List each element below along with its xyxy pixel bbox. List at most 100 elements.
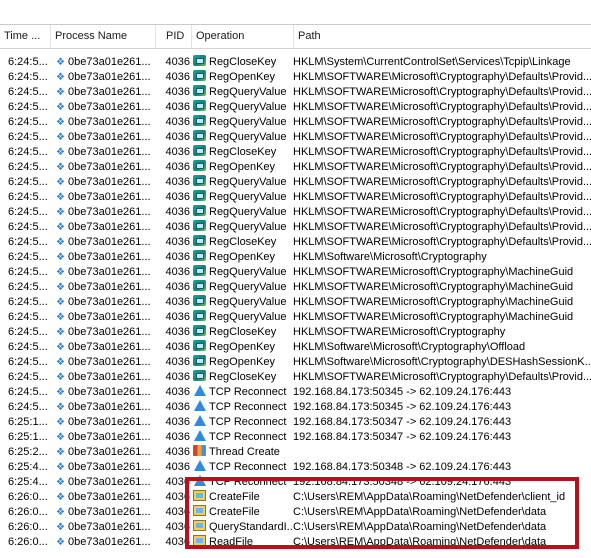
table-row[interactable]: 6:24:5... ❖ 0be73a01e261... 4036 RegOpenKey H… [0, 340, 591, 355]
process-cell: ❖ 0be73a01e261... [56, 475, 156, 490]
registry-icon [193, 85, 206, 96]
table-row[interactable]: 6:24:5... ❖ 0be73a01e261... 4036 RegQueryVal… [0, 295, 591, 310]
registry-icon [193, 100, 206, 111]
column-header-time[interactable]: Time ... [0, 25, 51, 48]
column-header-process-name[interactable]: Process Name [51, 25, 156, 48]
table-row[interactable]: 6:24:5... ❖ 0be73a01e261... 4036 RegQueryVal… [0, 175, 591, 190]
table-row[interactable]: 6:24:5... ❖ 0be73a01e261... 4036 RegCloseKey… [0, 55, 591, 70]
table-row[interactable]: 6:24:5... ❖ 0be73a01e261... 4036 RegQueryVal… [0, 220, 591, 235]
registry-icon [193, 220, 206, 231]
pid-cell: 4036 [165, 431, 190, 443]
operation-name: RegQueryValue [209, 116, 287, 128]
network-icon [193, 460, 206, 471]
operation-name: RegQueryValue [209, 221, 287, 233]
operation-name: RegQueryValue [209, 296, 287, 308]
pid-cell: 4036 [165, 356, 190, 368]
process-name: 0be73a01e261... [68, 101, 151, 113]
table-row[interactable]: 6:24:5... ❖ 0be73a01e261... 4036 RegQueryVal… [0, 130, 591, 145]
table-row[interactable]: 6:24:5... ❖ 0be73a01e261... 4036 RegQueryVal… [0, 85, 591, 100]
table-row[interactable]: 6:24:5... ❖ 0be73a01e261... 4036 RegOpenKey H… [0, 355, 591, 370]
operation-name: RegQueryValue [209, 266, 287, 278]
process-cell: ❖ 0be73a01e261... [56, 355, 156, 370]
operation-cell: RegOpenKey [193, 250, 293, 265]
time-cell: 6:25:1... [8, 431, 48, 443]
table-row[interactable]: 6:25:1... ❖ 0be73a01e261... 4036 TCP Reconne… [0, 430, 591, 445]
table-row[interactable]: 6:24:5... ❖ 0be73a01e261... 4036 RegOpenKey H… [0, 70, 591, 85]
pid-cell: 4036 [165, 161, 190, 173]
operation-cell: RegCloseKey [193, 145, 293, 160]
process-name: 0be73a01e261... [68, 296, 151, 308]
table-row[interactable]: 6:24:5... ❖ 0be73a01e261... 4036 RegCloseKey… [0, 325, 591, 340]
process-icon: ❖ [56, 207, 65, 218]
table-row[interactable]: 6:24:5... ❖ 0be73a01e261... 4036 RegOpenKey H… [0, 250, 591, 265]
process-cell: ❖ 0be73a01e261... [56, 490, 156, 505]
table-row[interactable]: 6:24:5... ❖ 0be73a01e261... 4036 TCP Reconne… [0, 400, 591, 415]
process-name: 0be73a01e261... [68, 116, 151, 128]
registry-icon [193, 175, 206, 186]
time-cell: 6:24:5... [8, 71, 48, 83]
registry-icon [193, 145, 206, 156]
time-cell: 6:24:5... [8, 356, 48, 368]
process-name: 0be73a01e261... [68, 206, 151, 218]
column-header-operation[interactable]: Operation [192, 25, 294, 48]
column-header-bar: Time ... Process Name PID Operation Path [0, 25, 591, 49]
table-row[interactable]: 6:24:5... ❖ 0be73a01e261... 4036 RegQueryVal… [0, 280, 591, 295]
operation-cell: TCP Reconnect [193, 415, 293, 430]
operation-name: RegOpenKey [209, 71, 276, 83]
table-row[interactable]: 6:24:5... ❖ 0be73a01e261... 4036 RegCloseKey… [0, 145, 591, 160]
table-row[interactable]: 6:24:5... ❖ 0be73a01e261... 4036 RegQueryVal… [0, 100, 591, 115]
table-row[interactable]: 6:24:5... ❖ 0be73a01e261... 4036 RegQueryVal… [0, 310, 591, 325]
operation-cell: RegCloseKey [193, 55, 293, 70]
process-name: 0be73a01e261... [68, 191, 151, 203]
process-icon: ❖ [56, 507, 65, 518]
process-cell: ❖ 0be73a01e261... [56, 115, 156, 130]
time-cell: 6:24:5... [8, 191, 48, 203]
process-name: 0be73a01e261... [68, 401, 151, 413]
table-row[interactable]: 6:24:5... ❖ 0be73a01e261... 4036 RegOpenKey H… [0, 160, 591, 175]
time-cell: 6:24:5... [8, 281, 48, 293]
registry-icon [193, 340, 206, 351]
pid-cell: 4036 [165, 191, 190, 203]
table-row[interactable]: 6:24:5... ❖ 0be73a01e261... 4036 TCP Reconne… [0, 385, 591, 400]
table-row[interactable]: 6:25:4... ❖ 0be73a01e261... 4036 TCP Reconne… [0, 460, 591, 475]
process-icon: ❖ [56, 87, 65, 98]
registry-icon [193, 160, 206, 171]
table-row[interactable]: 6:24:5... ❖ 0be73a01e261... 4036 RegCloseKey… [0, 370, 591, 385]
process-icon: ❖ [56, 102, 65, 113]
process-icon: ❖ [56, 342, 65, 353]
pid-cell: 4036 [165, 56, 190, 68]
operation-cell: RegQueryValue [193, 265, 293, 280]
column-header-path[interactable]: Path [294, 25, 591, 48]
path-cell: HKLM\SOFTWARE\Microsoft\Cryptography\Def… [293, 206, 591, 218]
table-row[interactable]: 6:24:5... ❖ 0be73a01e261... 4036 RegQueryVal… [0, 265, 591, 280]
process-cell: ❖ 0be73a01e261... [56, 205, 156, 220]
path-cell: 192.168.84.173:50345 -> 62.109.24.176:44… [293, 386, 512, 398]
table-row[interactable]: 6:24:5... ❖ 0be73a01e261... 4036 RegQueryVal… [0, 190, 591, 205]
process-icon: ❖ [56, 417, 65, 428]
time-cell: 6:26:0... [8, 521, 48, 533]
table-row[interactable]: 6:24:5... ❖ 0be73a01e261... 4036 RegQueryVal… [0, 115, 591, 130]
process-name: 0be73a01e261... [68, 341, 151, 353]
path-cell: HKLM\SOFTWARE\Microsoft\Cryptography\Def… [293, 146, 591, 158]
column-header-pid[interactable]: PID [156, 25, 192, 48]
path-cell: HKLM\SOFTWARE\Microsoft\Cryptography\Def… [293, 101, 591, 113]
time-cell: 6:24:5... [8, 131, 48, 143]
pid-cell: 4036 [165, 386, 190, 398]
process-name: 0be73a01e261... [68, 281, 151, 293]
pid-cell: 4036 [165, 251, 190, 263]
time-cell: 6:24:5... [8, 266, 48, 278]
table-row[interactable]: 6:24:5... ❖ 0be73a01e261... 4036 RegCloseKey… [0, 235, 591, 250]
process-cell: ❖ 0be73a01e261... [56, 70, 156, 85]
process-icon: ❖ [56, 312, 65, 323]
pid-cell: 4036 [165, 311, 190, 323]
operation-name: RegQueryValue [209, 86, 287, 98]
table-row[interactable]: 6:24:5... ❖ 0be73a01e261... 4036 RegQueryVal… [0, 205, 591, 220]
process-name: 0be73a01e261... [68, 491, 151, 503]
table-row[interactable]: 6:25:2... ❖ 0be73a01e261... 4036 Thread Crea… [0, 445, 591, 460]
path-cell: 192.168.84.173:50347 -> 62.109.24.176:44… [293, 431, 512, 443]
operation-cell: TCP Reconnect [193, 430, 293, 445]
process-cell: ❖ 0be73a01e261... [56, 235, 156, 250]
table-row[interactable]: 6:25:1... ❖ 0be73a01e261... 4036 TCP Reconne… [0, 415, 591, 430]
process-cell: ❖ 0be73a01e261... [56, 400, 156, 415]
pid-cell: 4036 [165, 86, 190, 98]
